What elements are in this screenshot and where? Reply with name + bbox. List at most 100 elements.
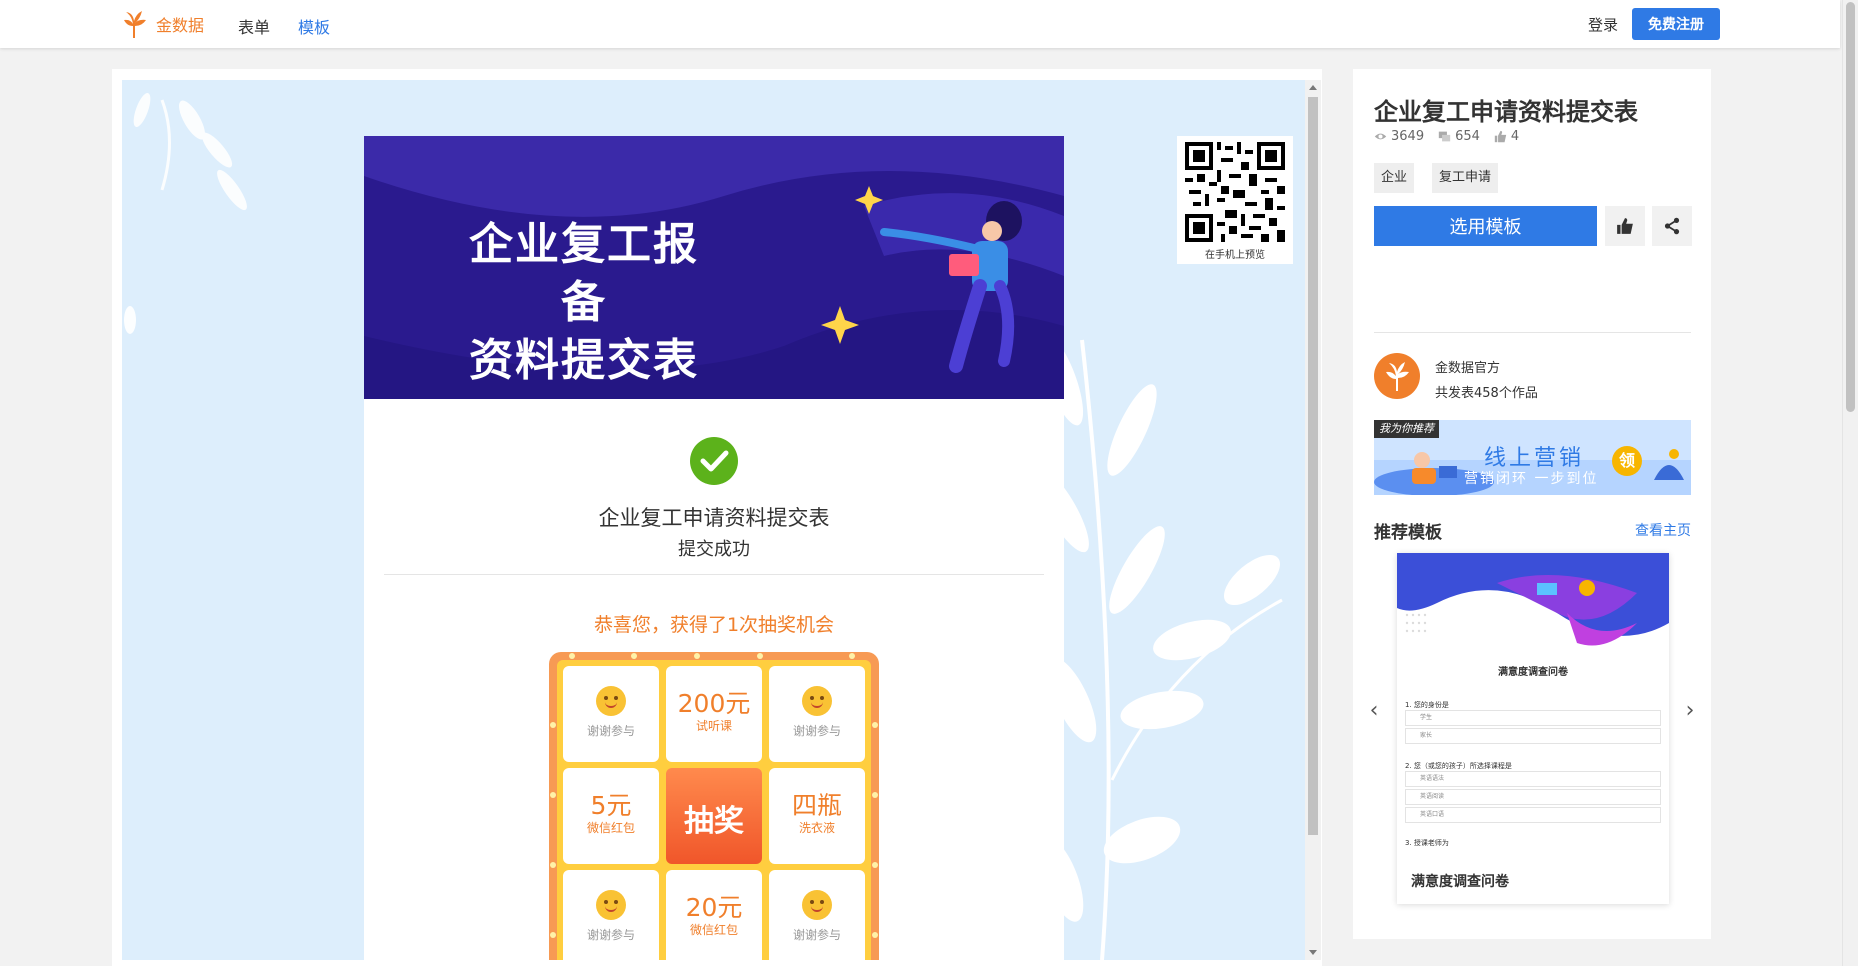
smiley-icon [802,686,832,716]
option: 家长 [1405,728,1661,744]
form-banner: 企业复工报备 资料提交表 [364,136,1064,399]
share-button[interactable] [1652,206,1692,246]
light-bulb [550,862,556,868]
ad-subtitle: 营销闭环 一步到位 [1464,471,1599,487]
views-stat: 3649 [1374,129,1424,144]
thumbnail-title: 满意度调查问卷 [1498,667,1568,678]
leaf-decoration-right [1042,334,1283,960]
tree-logo-icon [1386,362,1409,391]
thumbs-up-icon [1617,218,1633,234]
author-name[interactable]: 金数据官方 [1435,357,1500,376]
question-label: 2. 您（或您的孩子）所选择课程是 [1405,762,1512,770]
qr-code-panel: 在手机上预览 [1177,136,1293,264]
form-name: 企业复工申请资料提交表 [598,506,830,530]
brand-name: 金数据 [156,16,205,35]
light-bulb [694,653,700,659]
smiley-icon [596,686,626,716]
prize-label: 谢谢参与 [792,724,841,738]
template-title: 企业复工申请资料提交表 [1374,98,1638,126]
scroll-down-icon[interactable] [1309,950,1317,955]
smiley-icon [596,890,626,920]
scroll-up-icon[interactable] [1309,85,1317,90]
thumbnail-header-art [1397,553,1669,646]
divider [1374,332,1691,333]
like-button[interactable] [1605,206,1645,246]
preview-scrollbar[interactable] [1305,80,1321,960]
register-button[interactable]: 免费注册 [1632,8,1720,40]
login-link[interactable]: 登录 [1588,14,1618,35]
uses-stat: 654 [1438,129,1480,144]
prize-label: 谢谢参与 [792,928,841,942]
ad-banner[interactable]: 我为你推荐 线上营销 营销闭环 一步到位 领 [1374,420,1691,495]
prize-desc: 微信红包 [586,821,635,835]
copy-icon [1438,131,1451,142]
chevron-left-icon[interactable]: ‹ [1367,700,1381,722]
prize-cell-trial-class: 200元 试听课 [666,666,762,762]
brand-logo[interactable]: 金数据 [118,9,204,39]
banner-title-line-1: 企业复工报备 [469,219,699,328]
light-bulb [872,722,878,728]
option: 英语语法 [1405,771,1661,787]
qr-code-icon [1185,142,1285,242]
prize-label: 谢谢参与 [586,928,635,942]
light-bulb [872,862,878,868]
prize-cell-red-packet: 5元 微信红包 [563,768,659,864]
eye-icon [1374,133,1387,140]
lottery-title: 恭喜您，获得了1次抽奖机会 [593,614,835,636]
question-label: 3. 授课老师为 [1405,839,1449,847]
page-scrollbar-thumb[interactable] [1846,2,1855,412]
light-bulb [849,653,855,659]
light-bulb [757,653,763,659]
views-count: 3649 [1391,129,1425,144]
prize-amount: 四瓶 [791,791,842,820]
preview-scrollbar-thumb[interactable] [1308,97,1318,835]
chevron-right-icon[interactable]: › [1683,700,1697,722]
use-template-button[interactable]: 选用模板 [1374,206,1597,246]
nav-link-templates[interactable]: 模板 [298,14,330,38]
page-scrollbar[interactable] [1842,0,1858,966]
banner-title: 企业复工报备 资料提交表 [459,216,709,390]
light-bulb [550,792,556,798]
form-preview-document: 企业复工报备 资料提交表 企业复工申请资料提交表 提交成功 恭喜您，获得了1次抽… [364,136,1064,960]
prize-cell-thanks: 谢谢参与 [563,666,659,762]
nav-link-forms[interactable]: 表单 [238,14,270,38]
light-bulb [631,653,637,659]
prize-amount: 5元 [590,791,632,820]
prize-cell-thanks: 谢谢参与 [769,870,865,960]
recommended-template-card[interactable]: 满意度调查问卷 1. 您的身份是 学生 家长 2. 您（或您的孩子）所选择课程是… [1397,553,1669,904]
view-homepage-link[interactable]: 查看主页 [1635,520,1691,540]
uses-count: 654 [1455,129,1480,144]
tree-logo-icon [124,11,146,38]
lottery-grid: 谢谢参与 200元 试听课 谢谢参与 5元 微信红包 抽奖 四瓶 洗衣液 谢谢参… [557,660,871,960]
ad-coin-badge: 领 [1612,446,1642,476]
prize-cell-thanks: 谢谢参与 [563,870,659,960]
divider [384,574,1044,575]
prize-desc: 试听课 [695,719,732,733]
recommended-template-name: 满意度调查问卷 [1411,874,1509,890]
option: 英语阅读 [1405,789,1661,805]
leaf-decoration-left [124,92,247,334]
author-avatar[interactable] [1374,353,1420,399]
prize-amount: 200元 [677,689,751,718]
lottery-board: 谢谢参与 200元 试听课 谢谢参与 5元 微信红包 抽奖 四瓶 洗衣液 谢谢参… [549,652,879,960]
ad-tag: 我为你推荐 [1374,420,1439,438]
draw-button[interactable]: 抽奖 [666,768,762,864]
tag-resume-work[interactable]: 复工申请 [1432,163,1499,193]
success-check-icon [690,437,738,485]
prize-cell-red-packet: 20元 微信红包 [666,870,762,960]
template-stats: 3649 654 4 [1374,129,1519,144]
draw-label: 抽奖 [684,804,744,839]
top-nav: 金数据 表单 模板 登录 免费注册 [0,0,1840,48]
light-bulb [550,932,556,938]
prize-amount: 20元 [685,893,743,922]
light-bulb [550,722,556,728]
light-bulb [569,653,575,659]
tag-enterprise[interactable]: 企业 [1374,163,1415,193]
recommend-label: 推荐模板 [1374,523,1442,543]
template-thumbnail: 满意度调查问卷 1. 您的身份是 学生 家长 2. 您（或您的孩子）所选择课程是… [1397,553,1669,856]
qr-caption: 在手机上预览 [1205,250,1265,261]
option: 英语口语 [1405,807,1661,823]
likes-stat: 4 [1494,129,1519,144]
banner-title-line-2: 资料提交表 [469,335,699,386]
light-bulb [872,932,878,938]
